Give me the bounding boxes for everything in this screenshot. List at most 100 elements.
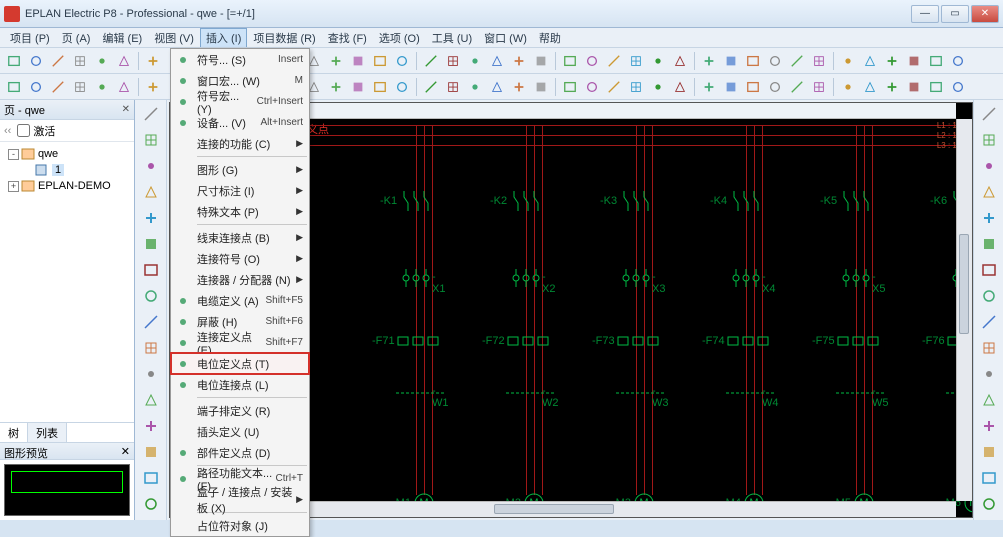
terminal-4[interactable]: -X5 [840,269,880,289]
menuitem-10[interactable]: 线束连接点 (B)▶ [171,227,309,248]
vtool-btn-14[interactable] [140,467,162,489]
vtool-btn-12[interactable] [140,415,162,437]
vtool-btn-0[interactable] [140,103,162,125]
tb1-btn-21[interactable] [487,51,507,71]
rtool-btn-8[interactable] [978,311,1000,333]
menuitem-3[interactable]: 设备... (V)Alt+Insert [171,112,309,133]
tb1-btn-22[interactable] [509,51,529,71]
cable-4[interactable]: -W5 [836,387,886,401]
menuitem-0[interactable]: 符号... (S)Insert [171,49,309,70]
menuitem-17[interactable]: 电位连接点 (L) [171,374,309,395]
tb2-btn-41[interactable] [948,77,968,97]
tb1-btn-32[interactable] [743,51,763,71]
tb2-btn-33[interactable] [765,77,785,97]
rtool-btn-12[interactable] [978,415,1000,437]
tb2-btn-2[interactable] [48,77,68,97]
cable-0[interactable]: -W1 [396,387,446,401]
panel-close-icon[interactable]: ✕ [122,104,130,115]
menu-1[interactable]: 页 (A) [56,28,97,48]
contactor-2[interactable]: -K3 [618,191,660,213]
menuitem-8[interactable]: 特殊文本 (P)▶ [171,201,309,222]
tb1-btn-17[interactable] [392,51,412,71]
tb2-btn-3[interactable] [70,77,90,97]
tb2-btn-31[interactable] [721,77,741,97]
menuitem-15[interactable]: 连接定义点 (E)Shift+F7 [171,332,309,353]
vtool-btn-6[interactable] [140,259,162,281]
tb2-btn-36[interactable] [838,77,858,97]
menu-8[interactable]: 工具 (U) [426,28,478,48]
menuitem-6[interactable]: 图形 (G)▶ [171,159,309,180]
cable-2[interactable]: -W3 [616,387,666,401]
rtool-btn-5[interactable] [978,233,1000,255]
tb2-btn-1[interactable] [26,77,46,97]
activate-checkbox[interactable] [17,124,30,137]
project-tree[interactable]: -qwe1+EPLAN-DEMO [0,142,134,422]
tb2-btn-38[interactable] [882,77,902,97]
tb1-btn-28[interactable] [648,51,668,71]
tb2-btn-23[interactable] [531,77,551,97]
tb1-btn-2[interactable] [48,51,68,71]
rtool-btn-0[interactable] [978,103,1000,125]
panel-nav-prev[interactable]: ‹‹ [4,125,11,137]
tb2-btn-4[interactable] [92,77,112,97]
cable-1[interactable]: -W2 [506,387,556,401]
tb1-btn-24[interactable] [560,51,580,71]
tb1-btn-15[interactable] [348,51,368,71]
vtool-btn-1[interactable] [140,129,162,151]
vtool-btn-5[interactable] [140,233,162,255]
vtool-btn-11[interactable] [140,389,162,411]
rtool-btn-9[interactable] [978,337,1000,359]
tb2-btn-22[interactable] [509,77,529,97]
rtool-btn-10[interactable] [978,363,1000,385]
tb1-btn-38[interactable] [882,51,902,71]
scrollbar-vertical[interactable] [956,119,972,501]
tb1-btn-3[interactable] [70,51,90,71]
contactor-1[interactable]: -K2 [508,191,550,213]
vtool-btn-8[interactable] [140,311,162,333]
menu-3[interactable]: 视图 (V) [148,28,200,48]
tb2-btn-0[interactable] [4,77,24,97]
menuitem-4[interactable]: 连接的功能 (C)▶ [171,133,309,154]
tree-row-2[interactable]: +EPLAN-DEMO [2,178,132,194]
vtool-btn-2[interactable] [140,155,162,177]
tb1-btn-18[interactable] [421,51,441,71]
tb2-btn-34[interactable] [787,77,807,97]
tb2-btn-26[interactable] [604,77,624,97]
tb2-btn-28[interactable] [648,77,668,97]
tb2-btn-6[interactable] [143,77,163,97]
tb1-btn-33[interactable] [765,51,785,71]
menuitem-26[interactable]: 占位符对象 (J) [171,515,309,536]
vtool-btn-9[interactable] [140,337,162,359]
menuitem-16[interactable]: 电位定义点 (T) [171,353,309,374]
tb2-btn-35[interactable] [809,77,829,97]
vtool-btn-13[interactable] [140,441,162,463]
menu-6[interactable]: 查找 (F) [322,28,373,48]
cable-3[interactable]: -W4 [726,387,776,401]
tb1-btn-30[interactable] [699,51,719,71]
tb2-btn-16[interactable] [370,77,390,97]
rtool-btn-4[interactable] [978,207,1000,229]
contactor-0[interactable]: -K1 [398,191,440,213]
terminal-2[interactable]: -X3 [620,269,660,289]
menuitem-19[interactable]: 端子排定义 (R) [171,400,309,421]
vtool-btn-3[interactable] [140,181,162,203]
menuitem-20[interactable]: 插头定义 (U) [171,421,309,442]
menu-4[interactable]: 插入 (I) [200,28,247,47]
rtool-btn-14[interactable] [978,467,1000,489]
tb1-btn-36[interactable] [838,51,858,71]
menu-7[interactable]: 选项 (O) [373,28,426,48]
tb2-btn-14[interactable] [326,77,346,97]
tb1-btn-20[interactable] [465,51,485,71]
tree-row-1[interactable]: 1 [2,162,132,178]
menu-5[interactable]: 项目数据 (R) [247,28,321,48]
tb1-btn-5[interactable] [114,51,134,71]
fuse-4[interactable]: -F75 [836,333,884,351]
tb2-btn-19[interactable] [443,77,463,97]
vtool-btn-4[interactable] [140,207,162,229]
tb1-btn-35[interactable] [809,51,829,71]
menu-2[interactable]: 编辑 (E) [96,28,148,48]
close-button[interactable]: ✕ [971,5,999,23]
tb1-btn-41[interactable] [948,51,968,71]
rtool-btn-1[interactable] [978,129,1000,151]
tb1-btn-25[interactable] [582,51,602,71]
